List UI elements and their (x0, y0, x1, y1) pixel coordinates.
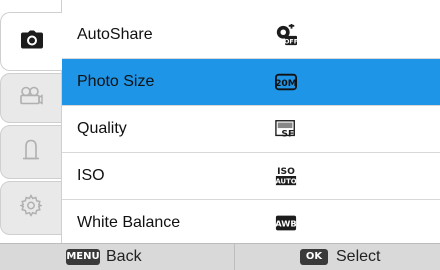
photo-size-20m-icon: 20M (275, 71, 297, 93)
back-label: Back (106, 248, 142, 265)
user-icon (21, 139, 41, 166)
white-balance-awb-icon: AWB (275, 212, 297, 234)
menu-item-quality[interactable]: Quality SF (62, 106, 440, 152)
video-icon (19, 86, 43, 110)
iso-auto-text: AUTO (275, 177, 296, 185)
menu-item-label: ISO (77, 167, 105, 184)
quality-text: SF (281, 128, 294, 139)
quality-sf-icon: SF (275, 118, 297, 140)
settings-menu-list: AutoShare OFF Photo Size 20M Quality SF … (62, 12, 440, 243)
mode-tab-rail (0, 0, 62, 243)
tab-camera[interactable] (0, 12, 62, 71)
menu-item-label: White Balance (77, 214, 181, 231)
menu-item-label: AutoShare (77, 26, 153, 43)
select-label: Select (336, 248, 381, 265)
white-balance-text: AWB (275, 219, 296, 229)
menu-item-white-balance[interactable]: White Balance AWB (62, 200, 440, 246)
bottom-bar: MENU Back OK Select (0, 243, 440, 270)
ok-key-icon: OK (300, 249, 328, 265)
menu-item-label: Photo Size (77, 73, 155, 90)
camera-menu-screen: AutoShare OFF Photo Size 20M Quality SF … (0, 0, 440, 270)
menu-item-autoshare[interactable]: AutoShare OFF (62, 12, 440, 58)
select-button[interactable]: OK Select (235, 244, 440, 270)
autoshare-off-icon: OFF (275, 24, 297, 46)
menu-item-photo-size[interactable]: Photo Size 20M (62, 59, 440, 105)
menu-key-icon: MENU (66, 249, 100, 265)
tab-video[interactable] (0, 73, 62, 123)
menu-item-label: Quality (77, 120, 127, 137)
iso-text: ISO (277, 166, 295, 177)
iso-auto-icon: ISO AUTO (275, 165, 297, 187)
tab-settings[interactable] (0, 181, 62, 235)
menu-item-iso[interactable]: ISO ISO AUTO (62, 153, 440, 199)
photo-size-text: 20M (275, 78, 297, 89)
tab-user[interactable] (0, 125, 62, 179)
back-button[interactable]: MENU Back (0, 244, 235, 270)
settings-icon (19, 193, 43, 222)
autoshare-off-text: OFF (284, 37, 297, 45)
camera-icon (20, 30, 43, 53)
